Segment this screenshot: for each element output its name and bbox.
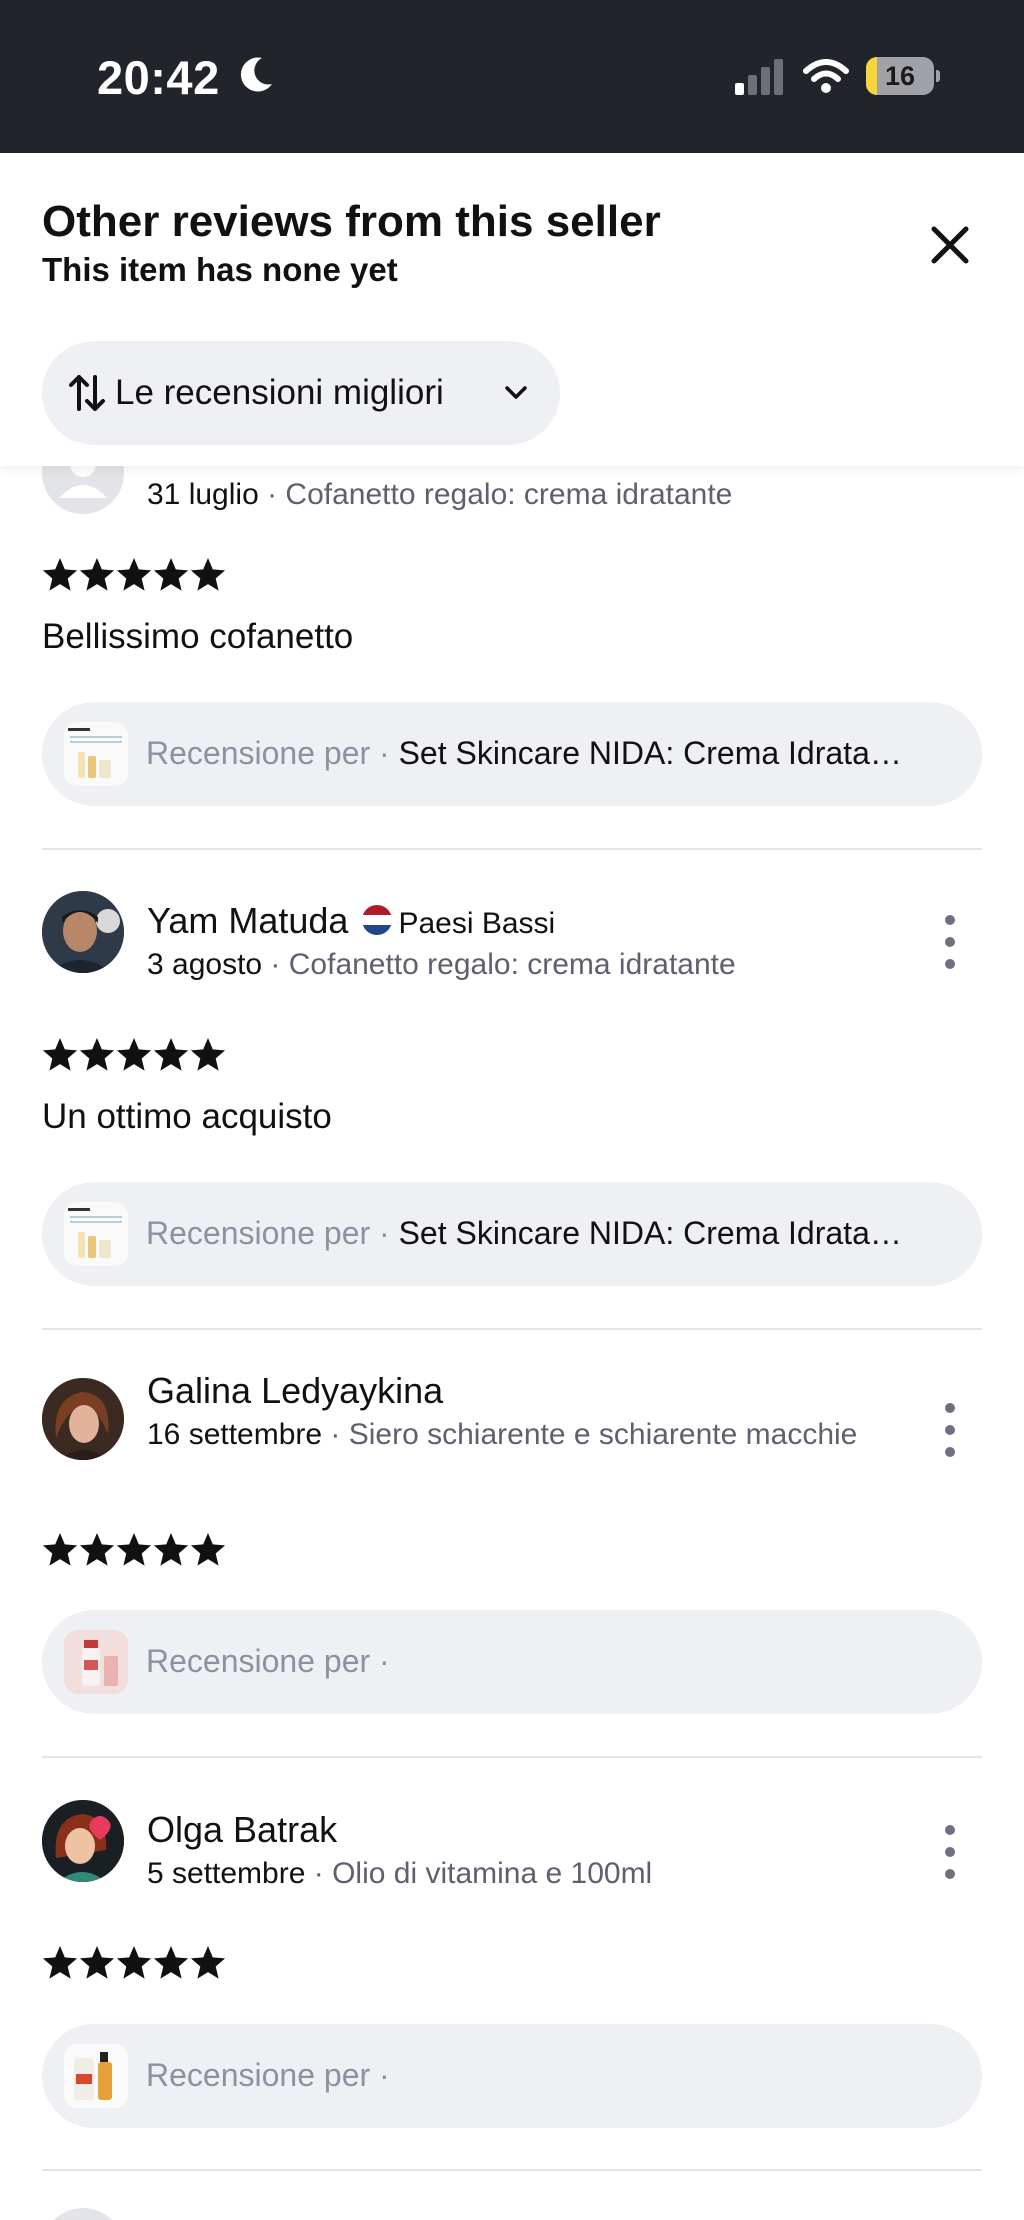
reviewer-line: Olga Batrak: [147, 1809, 337, 1851]
page-title: Other reviews from this seller: [42, 197, 661, 246]
reviewer-name[interactable]: Yam Matuda: [147, 900, 348, 941]
battery-indicator: 16: [866, 57, 940, 95]
divider: [42, 1328, 982, 1330]
star-icon: [79, 1038, 115, 1071]
divider: [42, 848, 982, 850]
product-name: Set Skincare NIDA: Crema Idrata…: [398, 735, 902, 771]
review-for-label: Recensione per ·: [146, 1643, 390, 1679]
status-time: 20:42: [97, 51, 220, 104]
reviewed-product-link[interactable]: Recensione per ·: [42, 1610, 982, 1714]
chevron-down-icon: [505, 386, 527, 399]
moon-icon: [240, 57, 272, 92]
review-date: 3 agosto: [147, 948, 263, 981]
rating-stars: [42, 558, 226, 591]
more-options-icon[interactable]: [938, 912, 962, 972]
review-text: Un ottimo acquisto: [42, 1097, 332, 1136]
avatar[interactable]: [42, 1378, 124, 1460]
reviewer-country: Paesi Bassi: [398, 907, 556, 940]
review-date: 16 settembre: [147, 1418, 323, 1451]
review-date: 31 luglio: [147, 478, 259, 511]
star-icon: [153, 1038, 189, 1071]
netherlands-flag-icon: [362, 905, 393, 936]
rating-stars: [42, 1533, 226, 1566]
star-icon: [190, 1946, 226, 1979]
rating-stars: [42, 1038, 226, 1071]
star-icon: [116, 1038, 152, 1071]
star-icon: [116, 1533, 152, 1566]
sort-icon: [69, 375, 105, 411]
review-for-label: Recensione per ·: [146, 2057, 390, 2093]
reviewer-name[interactable]: Olga Batrak: [147, 1809, 337, 1850]
star-icon: [153, 1946, 189, 1979]
reviewed-product-link[interactable]: Recensione per · Set Skincare NIDA: Crem…: [42, 702, 982, 806]
product-thumbnail: [64, 2044, 128, 2108]
avatar[interactable]: [42, 1800, 124, 1882]
review-text: Bellissimo cofanetto: [42, 617, 354, 656]
review-for-label: Recensione per ·: [146, 1215, 399, 1251]
star-icon: [116, 1946, 152, 1979]
sort-dropdown[interactable]: Le recensioni migliori: [42, 341, 560, 445]
review-meta: 5 settembre · Olio di vitamina e 100ml: [147, 1855, 887, 1893]
review-date: 5 settembre: [147, 1857, 306, 1890]
product-thumbnail: [64, 1202, 128, 1266]
close-icon[interactable]: [920, 215, 980, 275]
avatar[interactable]: [42, 891, 124, 973]
divider: [42, 1756, 982, 1758]
reviewer-line: Yam Matuda Paesi Bassi: [147, 900, 555, 942]
sort-label: Le recensioni migliori: [115, 373, 444, 412]
reviewer-line: Galina Ledyaykina: [147, 1370, 443, 1412]
star-icon: [79, 1533, 115, 1566]
review-meta: 16 settembre · Siero schiarente e schiar…: [147, 1416, 887, 1454]
star-icon: [79, 1946, 115, 1979]
status-bar: 20:42 16: [0, 0, 1024, 153]
reviewed-product-link[interactable]: Recensione per · Set Skincare NIDA: Crem…: [42, 1182, 982, 1286]
star-icon: [42, 1946, 78, 1979]
avatar[interactable]: [42, 2208, 124, 2220]
product-thumbnail: [64, 722, 128, 786]
review-meta: 31 luglio · Cofanetto regalo: crema idra…: [147, 476, 887, 514]
battery-level: 16: [884, 61, 916, 91]
review-product-type: · Olio di vitamina e 100ml: [305, 1857, 653, 1890]
page-subtitle: This item has none yet: [42, 251, 398, 288]
review-for-label: Recensione per ·: [146, 735, 399, 771]
reviewed-product-link[interactable]: Recensione per ·: [42, 2024, 982, 2128]
review-product-type: · Cofanetto regalo: crema idratante: [262, 948, 736, 981]
product-thumbnail: [64, 1630, 128, 1694]
star-icon: [190, 1038, 226, 1071]
star-icon: [153, 558, 189, 591]
star-icon: [42, 558, 78, 591]
wifi-icon: [803, 59, 849, 93]
more-options-icon[interactable]: [938, 1400, 962, 1460]
divider: [42, 2169, 982, 2171]
reviewer-name[interactable]: Galina Ledyaykina: [147, 1370, 443, 1411]
more-options-icon[interactable]: [938, 1822, 962, 1882]
star-icon: [190, 558, 226, 591]
star-icon: [116, 558, 152, 591]
review-product-type: · Cofanetto regalo: crema idratante: [258, 478, 733, 511]
product-name: Set Skincare NIDA: Crema Idrata…: [398, 1215, 902, 1251]
star-icon: [79, 558, 115, 591]
rating-stars: [42, 1946, 226, 1979]
star-icon: [42, 1038, 78, 1071]
star-icon: [153, 1533, 189, 1566]
signal-icon: [735, 59, 783, 95]
review-meta: 3 agosto · Cofanetto regalo: crema idrat…: [147, 946, 887, 984]
star-icon: [190, 1533, 226, 1566]
sheet-header: Other reviews from this seller This item…: [0, 153, 1024, 466]
star-icon: [42, 1533, 78, 1566]
review-product-type: · Siero schiarente e schiarente macchie: [322, 1418, 858, 1451]
